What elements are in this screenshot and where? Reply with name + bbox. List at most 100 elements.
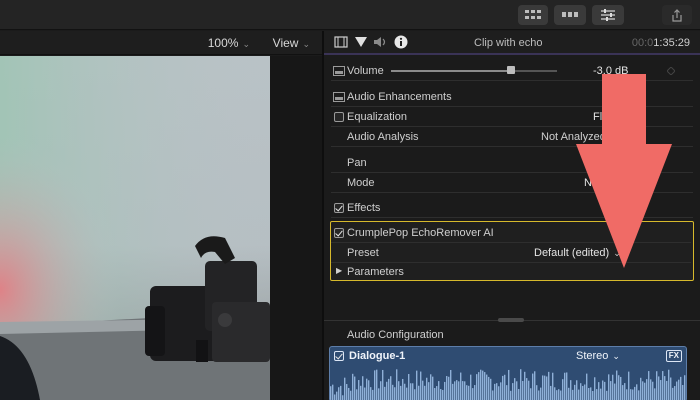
waveform-bar: [614, 383, 616, 400]
waveform-bar: [526, 378, 528, 400]
waveform-bar: [574, 384, 576, 400]
effect-name: CrumplePop EchoRemover AI: [347, 227, 494, 239]
waveform-bar: [670, 377, 672, 400]
waveform-bar: [422, 380, 424, 400]
waveform-bar: [414, 389, 416, 400]
chevron-down-icon: ⌄: [612, 351, 620, 361]
waveform-bar: [490, 378, 492, 400]
waveform-bar: [644, 382, 646, 400]
inspector-header: Clip with echo 00:01:35:29: [324, 31, 700, 55]
zoom-menu[interactable]: 100% ⌄: [208, 36, 250, 50]
waveform-bar: [436, 386, 438, 400]
waveform-bar: [452, 383, 454, 400]
lane-enable-checkbox[interactable]: [334, 351, 344, 361]
waveform-bar: [506, 385, 508, 400]
preset-label: Preset: [347, 247, 379, 259]
waveform-bar: [374, 370, 376, 400]
waveform-bar: [546, 376, 548, 400]
audio-lane[interactable]: Dialogue-1 Stereo ⌄ FX: [329, 346, 687, 400]
pan-label: Pan: [347, 157, 367, 169]
effect-enable-checkbox[interactable]: [334, 228, 344, 238]
waveform-bar: [634, 386, 636, 400]
waveform-bar: [654, 388, 656, 400]
effects-label: Effects: [347, 202, 381, 214]
chevron-down-icon: ⌄: [302, 39, 310, 49]
share-icon: [672, 8, 682, 22]
channel-menu[interactable]: Stereo ⌄: [576, 350, 620, 362]
volume-slider-knob[interactable]: [506, 66, 515, 74]
waveform-bar: [480, 369, 482, 400]
waveform-bar: [660, 380, 662, 400]
clip-timecode: 00:01:35:29: [632, 37, 690, 49]
waveform-bar: [420, 371, 422, 400]
waveform-bar: [424, 385, 426, 400]
color-inspector-icon[interactable]: [354, 35, 368, 49]
waveform-bar: [620, 376, 622, 400]
waveform-bar: [672, 387, 674, 400]
info-icon[interactable]: [394, 35, 408, 49]
waveform-bar: [608, 374, 610, 400]
filmstrip-icon: [562, 12, 578, 17]
waveform-bar: [618, 375, 620, 400]
waveform-bar: [616, 370, 618, 400]
waveform-bar: [562, 379, 564, 400]
timeline-view-button[interactable]: [554, 5, 586, 25]
waveform-bar: [662, 371, 664, 400]
waveform-bar: [496, 383, 498, 400]
waveform-bar: [478, 372, 480, 400]
waveform-bar: [488, 376, 490, 400]
resize-handle[interactable]: [498, 318, 524, 322]
waveform-bar: [542, 375, 544, 400]
waveform-bar: [444, 381, 446, 400]
waveform-bar: [676, 381, 678, 400]
waveform-bar: [484, 372, 486, 400]
waveform-bar: [412, 383, 414, 400]
waveform-bar: [338, 387, 340, 400]
equalization-checkbox[interactable]: [334, 112, 344, 122]
waveform-bar: [540, 387, 542, 400]
video-viewer[interactable]: [0, 56, 270, 400]
waveform-bar: [348, 387, 350, 400]
waveform-bar: [606, 390, 608, 400]
waveform-bar: [502, 375, 504, 400]
waveform-bar: [330, 386, 332, 400]
audio-configuration-title: Audio Configuration: [347, 329, 444, 341]
waveform-bar: [524, 371, 526, 400]
waveform-bar: [658, 376, 660, 400]
share-button[interactable]: [662, 5, 692, 25]
volume-slider[interactable]: [391, 66, 557, 74]
waveform-bar: [354, 376, 356, 400]
audio-configuration-panel: Audio Configuration Dialogue-1 Stereo ⌄ F…: [324, 318, 700, 400]
waveform-bar: [646, 379, 648, 400]
waveform-bar: [454, 381, 456, 400]
waveform-bar: [380, 381, 382, 400]
effects-checkbox[interactable]: [334, 203, 344, 213]
waveform-bar: [342, 395, 344, 400]
waveform-bar: [508, 369, 510, 400]
waveform-bar: [566, 372, 568, 400]
inspector-toggle-button[interactable]: [592, 5, 624, 25]
waveform-bar: [584, 384, 586, 400]
waveform-bar: [686, 383, 687, 400]
disclosure-triangle-icon[interactable]: ▶: [336, 266, 342, 275]
audio-analysis-label: Audio Analysis: [347, 131, 419, 143]
video-inspector-icon[interactable]: [334, 35, 348, 49]
waveform-bar: [612, 374, 614, 400]
waveform-bar: [392, 384, 394, 400]
waveform-bar: [464, 381, 466, 400]
waveform-bar: [576, 380, 578, 400]
speaker-icon[interactable]: [373, 35, 389, 49]
waveform-bar: [590, 387, 592, 400]
waveform-bar: [550, 385, 552, 400]
waveform-bar: [642, 381, 644, 400]
waveform-bar: [600, 388, 602, 400]
waveform-bar: [656, 371, 658, 400]
view-menu[interactable]: View ⌄: [273, 36, 310, 50]
waveform-bar: [514, 378, 516, 400]
waveform-bar: [568, 387, 570, 400]
viewer-side-panel: [270, 56, 322, 400]
waveform-bar: [520, 369, 522, 400]
waveform-bar: [674, 386, 676, 400]
browser-view-button[interactable]: [518, 5, 548, 25]
waveform-bar: [476, 374, 478, 400]
